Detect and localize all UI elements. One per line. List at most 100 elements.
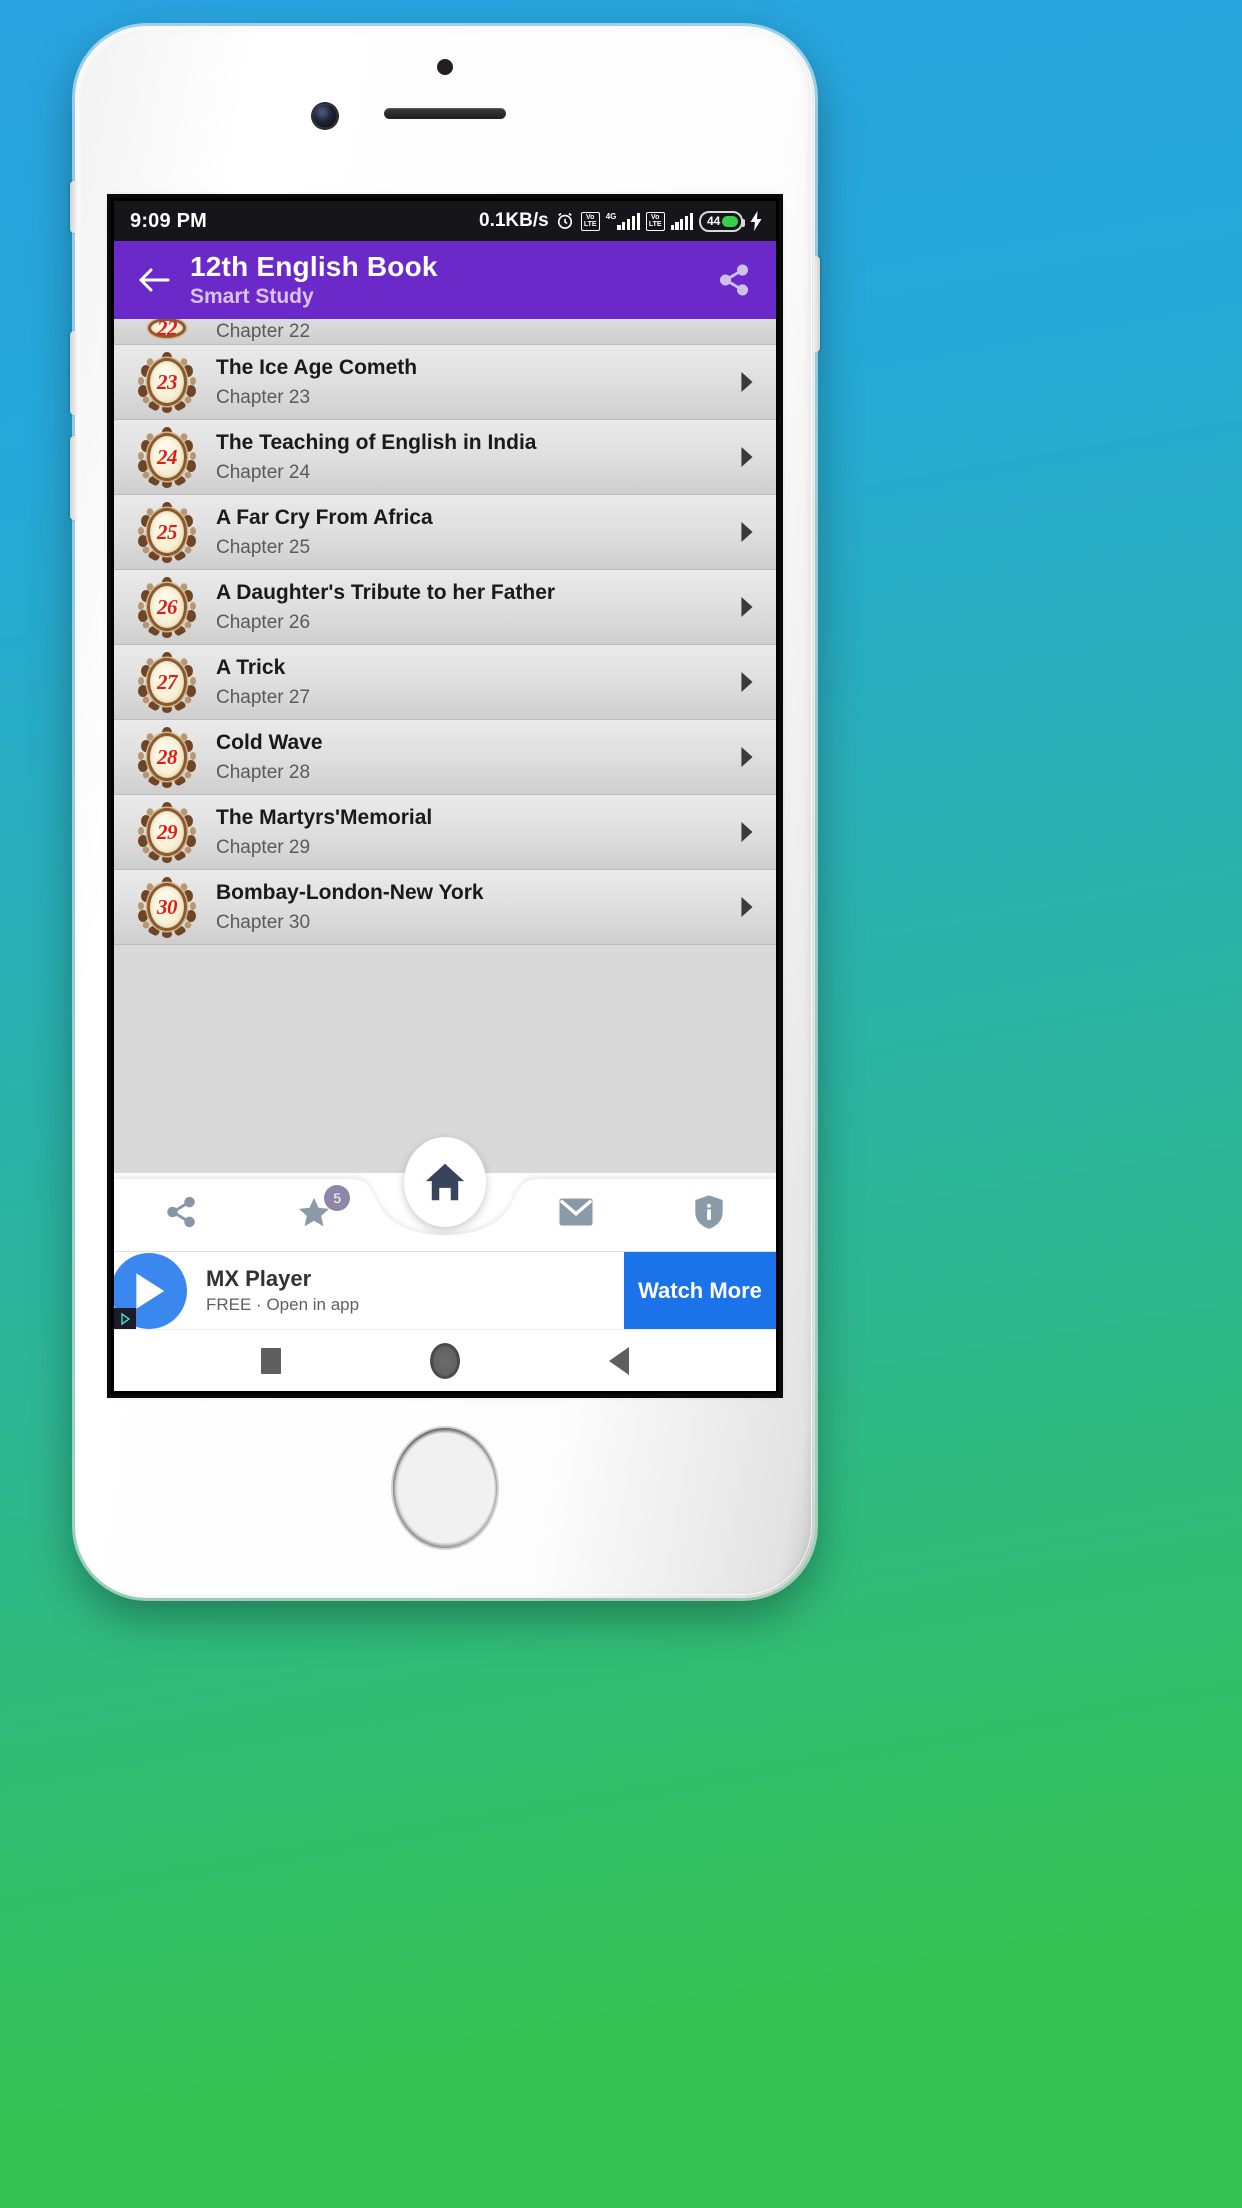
nav-info-button[interactable] bbox=[643, 1173, 777, 1251]
chapter-number: 27 bbox=[157, 669, 178, 694]
sim1-signal-icon: 4G bbox=[605, 211, 640, 230]
ad-banner[interactable]: MX Player FREE · Open in app Watch More bbox=[114, 1251, 776, 1329]
chapter-rows: 23 The Ice Age Cometh Chapter 23 24 The Teac… bbox=[114, 345, 776, 945]
list-item[interactable]: 24 The Teaching of English in India Chapte… bbox=[114, 420, 776, 495]
sim1-volte-icon: Vo LTE bbox=[580, 211, 600, 231]
medallion-face: 30 bbox=[147, 883, 187, 931]
chapter-list[interactable]: 22 Chapter 22 23 The Ice Age Cometh Chapte… bbox=[114, 319, 776, 1173]
app-bar-titles: 12th English Book Smart Study bbox=[190, 251, 710, 309]
ad-title: MX Player bbox=[206, 1265, 312, 1291]
network-type-label: 4G bbox=[605, 211, 617, 221]
chapter-medallion-icon: 27 bbox=[136, 651, 198, 713]
status-bar-time: 9:09 PM bbox=[130, 209, 207, 232]
mute-switch[interactable] bbox=[70, 436, 77, 520]
chapter-medallion-icon: 23 bbox=[136, 351, 198, 413]
sim2-signal-icon bbox=[670, 212, 693, 230]
chapter-number: 30 bbox=[157, 894, 178, 919]
chapter-subtitle: Chapter 23 bbox=[216, 386, 311, 408]
favorites-badge: 5 bbox=[324, 1185, 351, 1211]
phone-device-frame: 9:09 PM 0.1KB/s Vo LTE 4G Vo LTE 44 12th… bbox=[70, 26, 820, 1598]
list-item-text: Bombay-London-New York Chapter 30 bbox=[216, 880, 734, 935]
physical-home-button[interactable] bbox=[391, 1426, 499, 1550]
screen-content: 9:09 PM 0.1KB/s Vo LTE 4G Vo LTE 44 12th… bbox=[114, 201, 776, 1391]
list-item-text: Chapter 22 bbox=[216, 320, 760, 344]
chevron-right-icon bbox=[734, 597, 760, 617]
list-item[interactable]: 23 The Ice Age Cometh Chapter 23 bbox=[114, 345, 776, 420]
chapter-medallion-icon: 25 bbox=[136, 501, 198, 563]
chapter-title: A Far Cry From Africa bbox=[216, 505, 433, 529]
nav-favorites-button[interactable]: 5 bbox=[248, 1173, 382, 1251]
chapter-medallion-icon: 30 bbox=[136, 876, 198, 938]
chapter-title: Bombay-London-New York bbox=[216, 880, 484, 904]
ad-cta-button[interactable]: Watch More bbox=[624, 1252, 776, 1329]
nav-mail-button[interactable] bbox=[509, 1173, 643, 1251]
triangle-back-icon bbox=[609, 1346, 629, 1375]
list-item-text: The Teaching of English in India Chapter … bbox=[216, 430, 734, 485]
ad-app-icon bbox=[114, 1252, 192, 1329]
chapter-number: 24 bbox=[157, 444, 178, 469]
back-button[interactable] bbox=[132, 258, 176, 302]
list-item[interactable]: 30 Bombay-London-New York Chapter 30 bbox=[114, 870, 776, 945]
app-bar: 12th English Book Smart Study bbox=[114, 241, 776, 319]
volume-up-button[interactable] bbox=[70, 181, 77, 233]
medallion-face: 25 bbox=[147, 508, 187, 556]
list-item[interactable]: 25 A Far Cry From Africa Chapter 25 bbox=[114, 495, 776, 570]
medallion-face: 28 bbox=[147, 733, 187, 781]
chevron-right-icon bbox=[734, 897, 760, 917]
chapter-medallion-icon: 28 bbox=[136, 726, 198, 788]
battery-percent-label: 44 bbox=[707, 214, 721, 228]
status-bar-icons: 0.1KB/s Vo LTE 4G Vo LTE 44 bbox=[479, 210, 764, 232]
list-item[interactable]: 26 A Daughter's Tribute to her Father Chap… bbox=[114, 570, 776, 645]
battery-icon: 44 bbox=[699, 210, 745, 232]
chapter-number: 26 bbox=[157, 594, 178, 619]
chapter-title: A Trick bbox=[216, 655, 286, 679]
chapter-medallion-icon: 22 bbox=[136, 319, 198, 344]
chapter-subtitle: Chapter 27 bbox=[216, 686, 311, 708]
list-item-partial[interactable]: 22 Chapter 22 bbox=[114, 319, 776, 345]
sim2-volte-icon: Vo LTE bbox=[645, 211, 665, 231]
recents-button[interactable] bbox=[244, 1334, 298, 1388]
earpiece-speaker bbox=[384, 108, 506, 119]
ad-text-block: MX Player FREE · Open in app bbox=[192, 1266, 624, 1316]
power-button[interactable] bbox=[813, 256, 820, 352]
front-camera-icon bbox=[313, 104, 337, 128]
chapter-title: Cold Wave bbox=[216, 730, 323, 754]
chapter-medallion-icon: 26 bbox=[136, 576, 198, 638]
phone-screen: 9:09 PM 0.1KB/s Vo LTE 4G Vo LTE 44 12th… bbox=[111, 198, 779, 1394]
chapter-number: 22 bbox=[157, 319, 178, 340]
volume-down-button[interactable] bbox=[70, 331, 77, 415]
nav-share-button[interactable] bbox=[114, 1173, 248, 1251]
android-back-button[interactable] bbox=[592, 1334, 646, 1388]
adchoices-icon[interactable] bbox=[114, 1307, 136, 1329]
share-button[interactable] bbox=[710, 256, 758, 304]
chevron-right-icon bbox=[734, 672, 760, 692]
proximity-sensor bbox=[437, 59, 453, 75]
list-item-text: The Martyrs'Memorial Chapter 29 bbox=[216, 805, 734, 860]
home-icon bbox=[425, 1163, 465, 1201]
chapter-title: A Daughter's Tribute to her Father bbox=[216, 580, 556, 604]
list-item-text: A Far Cry From Africa Chapter 25 bbox=[216, 505, 734, 560]
medallion-face: 27 bbox=[147, 658, 187, 706]
chapter-subtitle: Chapter 25 bbox=[216, 536, 311, 558]
medallion-face: 24 bbox=[147, 433, 187, 481]
chevron-right-icon bbox=[734, 447, 760, 467]
list-item-text: A Daughter's Tribute to her Father Chapte… bbox=[216, 580, 734, 635]
medallion-face: 29 bbox=[147, 808, 187, 856]
chapter-number: 29 bbox=[157, 819, 178, 844]
status-bar: 9:09 PM 0.1KB/s Vo LTE 4G Vo LTE 44 bbox=[114, 201, 776, 241]
lightning-bolt-icon bbox=[749, 211, 764, 231]
list-item[interactable]: 27 A Trick Chapter 27 bbox=[114, 645, 776, 720]
chapter-subtitle: Chapter 24 bbox=[216, 461, 311, 483]
chapter-subtitle: Chapter 22 bbox=[216, 321, 311, 342]
home-fab-button[interactable] bbox=[404, 1137, 486, 1227]
android-home-button[interactable] bbox=[418, 1334, 472, 1388]
chapter-subtitle: Chapter 28 bbox=[216, 761, 311, 783]
list-item[interactable]: 28 Cold Wave Chapter 28 bbox=[114, 720, 776, 795]
chapter-subtitle: Chapter 30 bbox=[216, 911, 311, 933]
chapter-number: 25 bbox=[157, 519, 178, 544]
ad-subtitle: FREE · Open in app bbox=[206, 1294, 360, 1314]
network-speed-label: 0.1KB/s bbox=[479, 210, 549, 231]
list-item[interactable]: 29 The Martyrs'Memorial Chapter 29 bbox=[114, 795, 776, 870]
chapter-number: 28 bbox=[157, 744, 178, 769]
bottom-navigation-bar: 5 bbox=[114, 1137, 777, 1251]
